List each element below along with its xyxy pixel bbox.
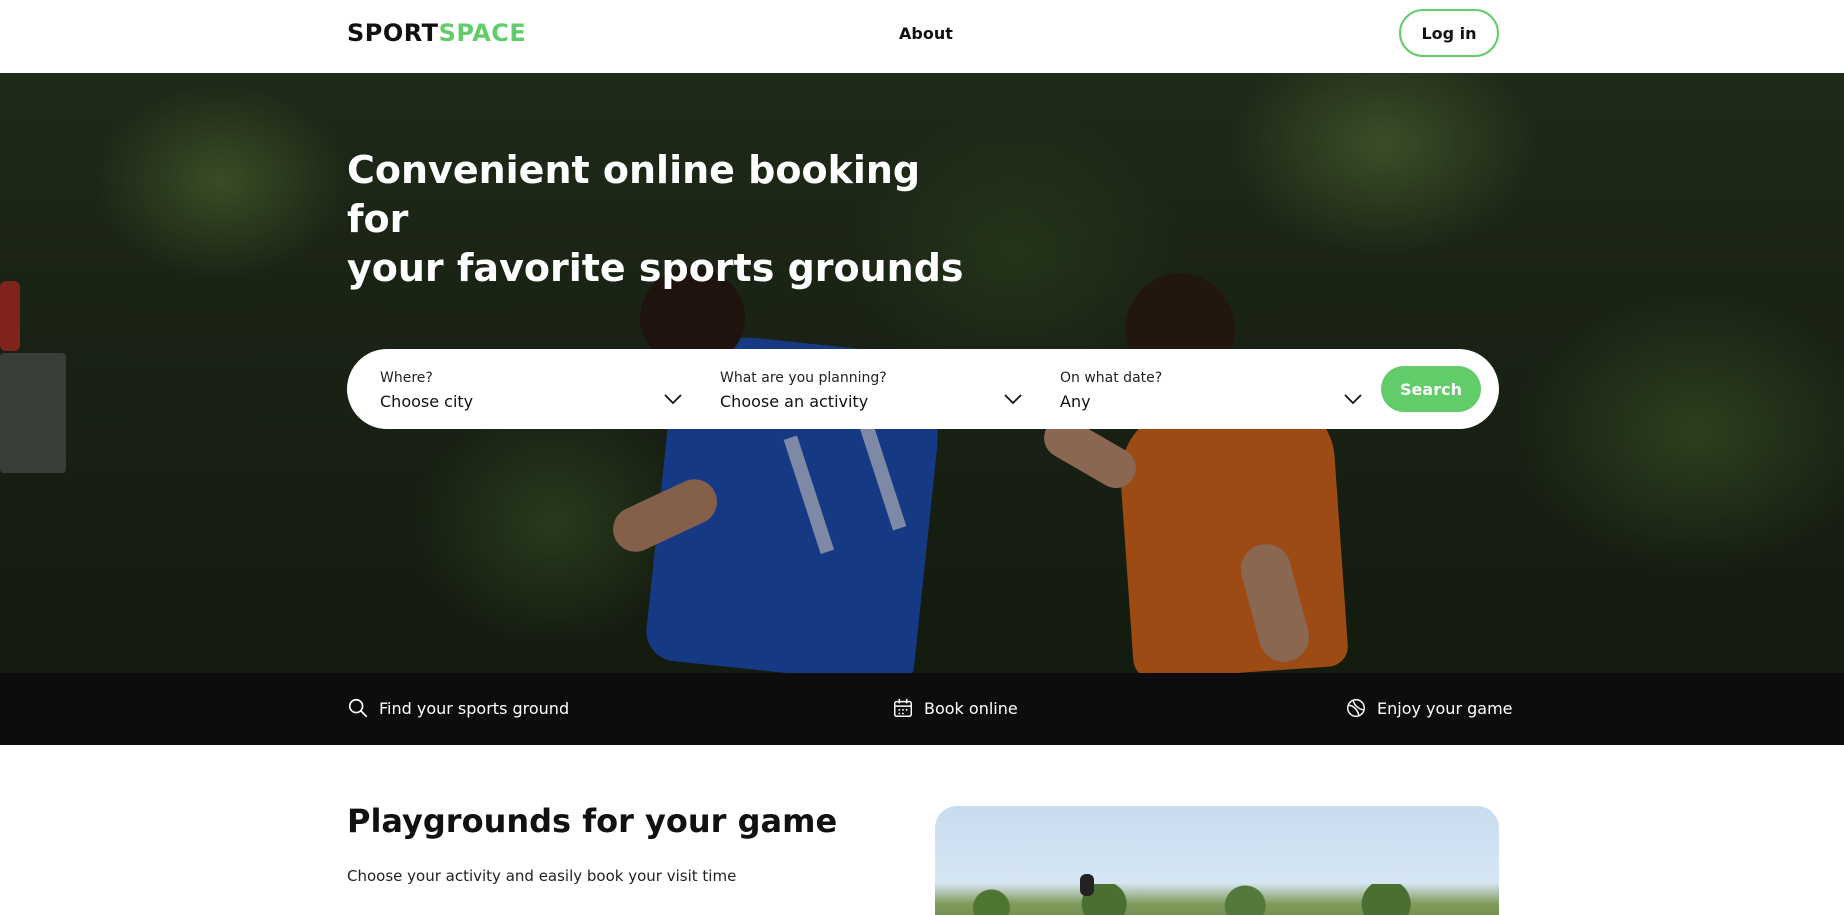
logo-part-sport: SPORT xyxy=(347,19,439,47)
city-select-value: Choose city xyxy=(380,392,474,411)
feature-find: Find your sports ground xyxy=(347,697,569,719)
date-select[interactable]: On what date? Any xyxy=(1027,349,1362,429)
feature-book: Book online xyxy=(892,697,1018,719)
feature-enjoy: Enjoy your game xyxy=(1345,697,1513,719)
activity-select[interactable]: What are you planning? Choose an activit… xyxy=(687,349,1022,429)
date-select-label: On what date? xyxy=(1060,370,1163,386)
section-title: Playgrounds for your game xyxy=(347,802,838,840)
activity-select-value: Choose an activity xyxy=(720,392,869,411)
calendar-icon xyxy=(894,698,912,717)
activity-select-label: What are you planning? xyxy=(720,370,887,386)
logo[interactable]: SPORTSPACE xyxy=(347,19,526,47)
hero-title: Convenient online booking for your favor… xyxy=(347,146,967,293)
date-select-value: Any xyxy=(1060,392,1091,411)
nav-about-link[interactable]: About xyxy=(899,24,953,43)
search-button[interactable]: Search xyxy=(1381,366,1481,412)
playground-image-player xyxy=(1080,874,1094,896)
chevron-down-icon xyxy=(664,394,682,405)
feature-find-label: Find your sports ground xyxy=(379,698,570,718)
feature-enjoy-label: Enjoy your game xyxy=(1377,698,1513,718)
chevron-down-icon xyxy=(1004,394,1022,405)
login-button[interactable]: Log in xyxy=(1399,9,1499,57)
chevron-down-icon xyxy=(1344,394,1362,405)
hero-title-line2: your favorite sports grounds xyxy=(347,246,964,290)
city-select-label: Where? xyxy=(380,370,433,386)
ball-icon xyxy=(1347,699,1365,717)
search-bar: Where? Choose city What are you planning… xyxy=(347,349,1499,429)
feature-book-label: Book online xyxy=(924,698,1018,718)
site-header: SPORTSPACE About Log in xyxy=(0,0,1844,73)
features-strip: Find your sports ground Book online Enjo… xyxy=(0,673,1844,745)
section-subtitle: Choose your activity and easily book you… xyxy=(347,867,737,885)
search-icon xyxy=(348,698,368,718)
playground-image xyxy=(935,806,1499,915)
hero-title-line1: Convenient online booking for xyxy=(347,148,921,241)
logo-part-space: SPACE xyxy=(438,19,527,47)
city-select[interactable]: Where? Choose city xyxy=(347,349,682,429)
playground-image-trees xyxy=(935,884,1499,915)
